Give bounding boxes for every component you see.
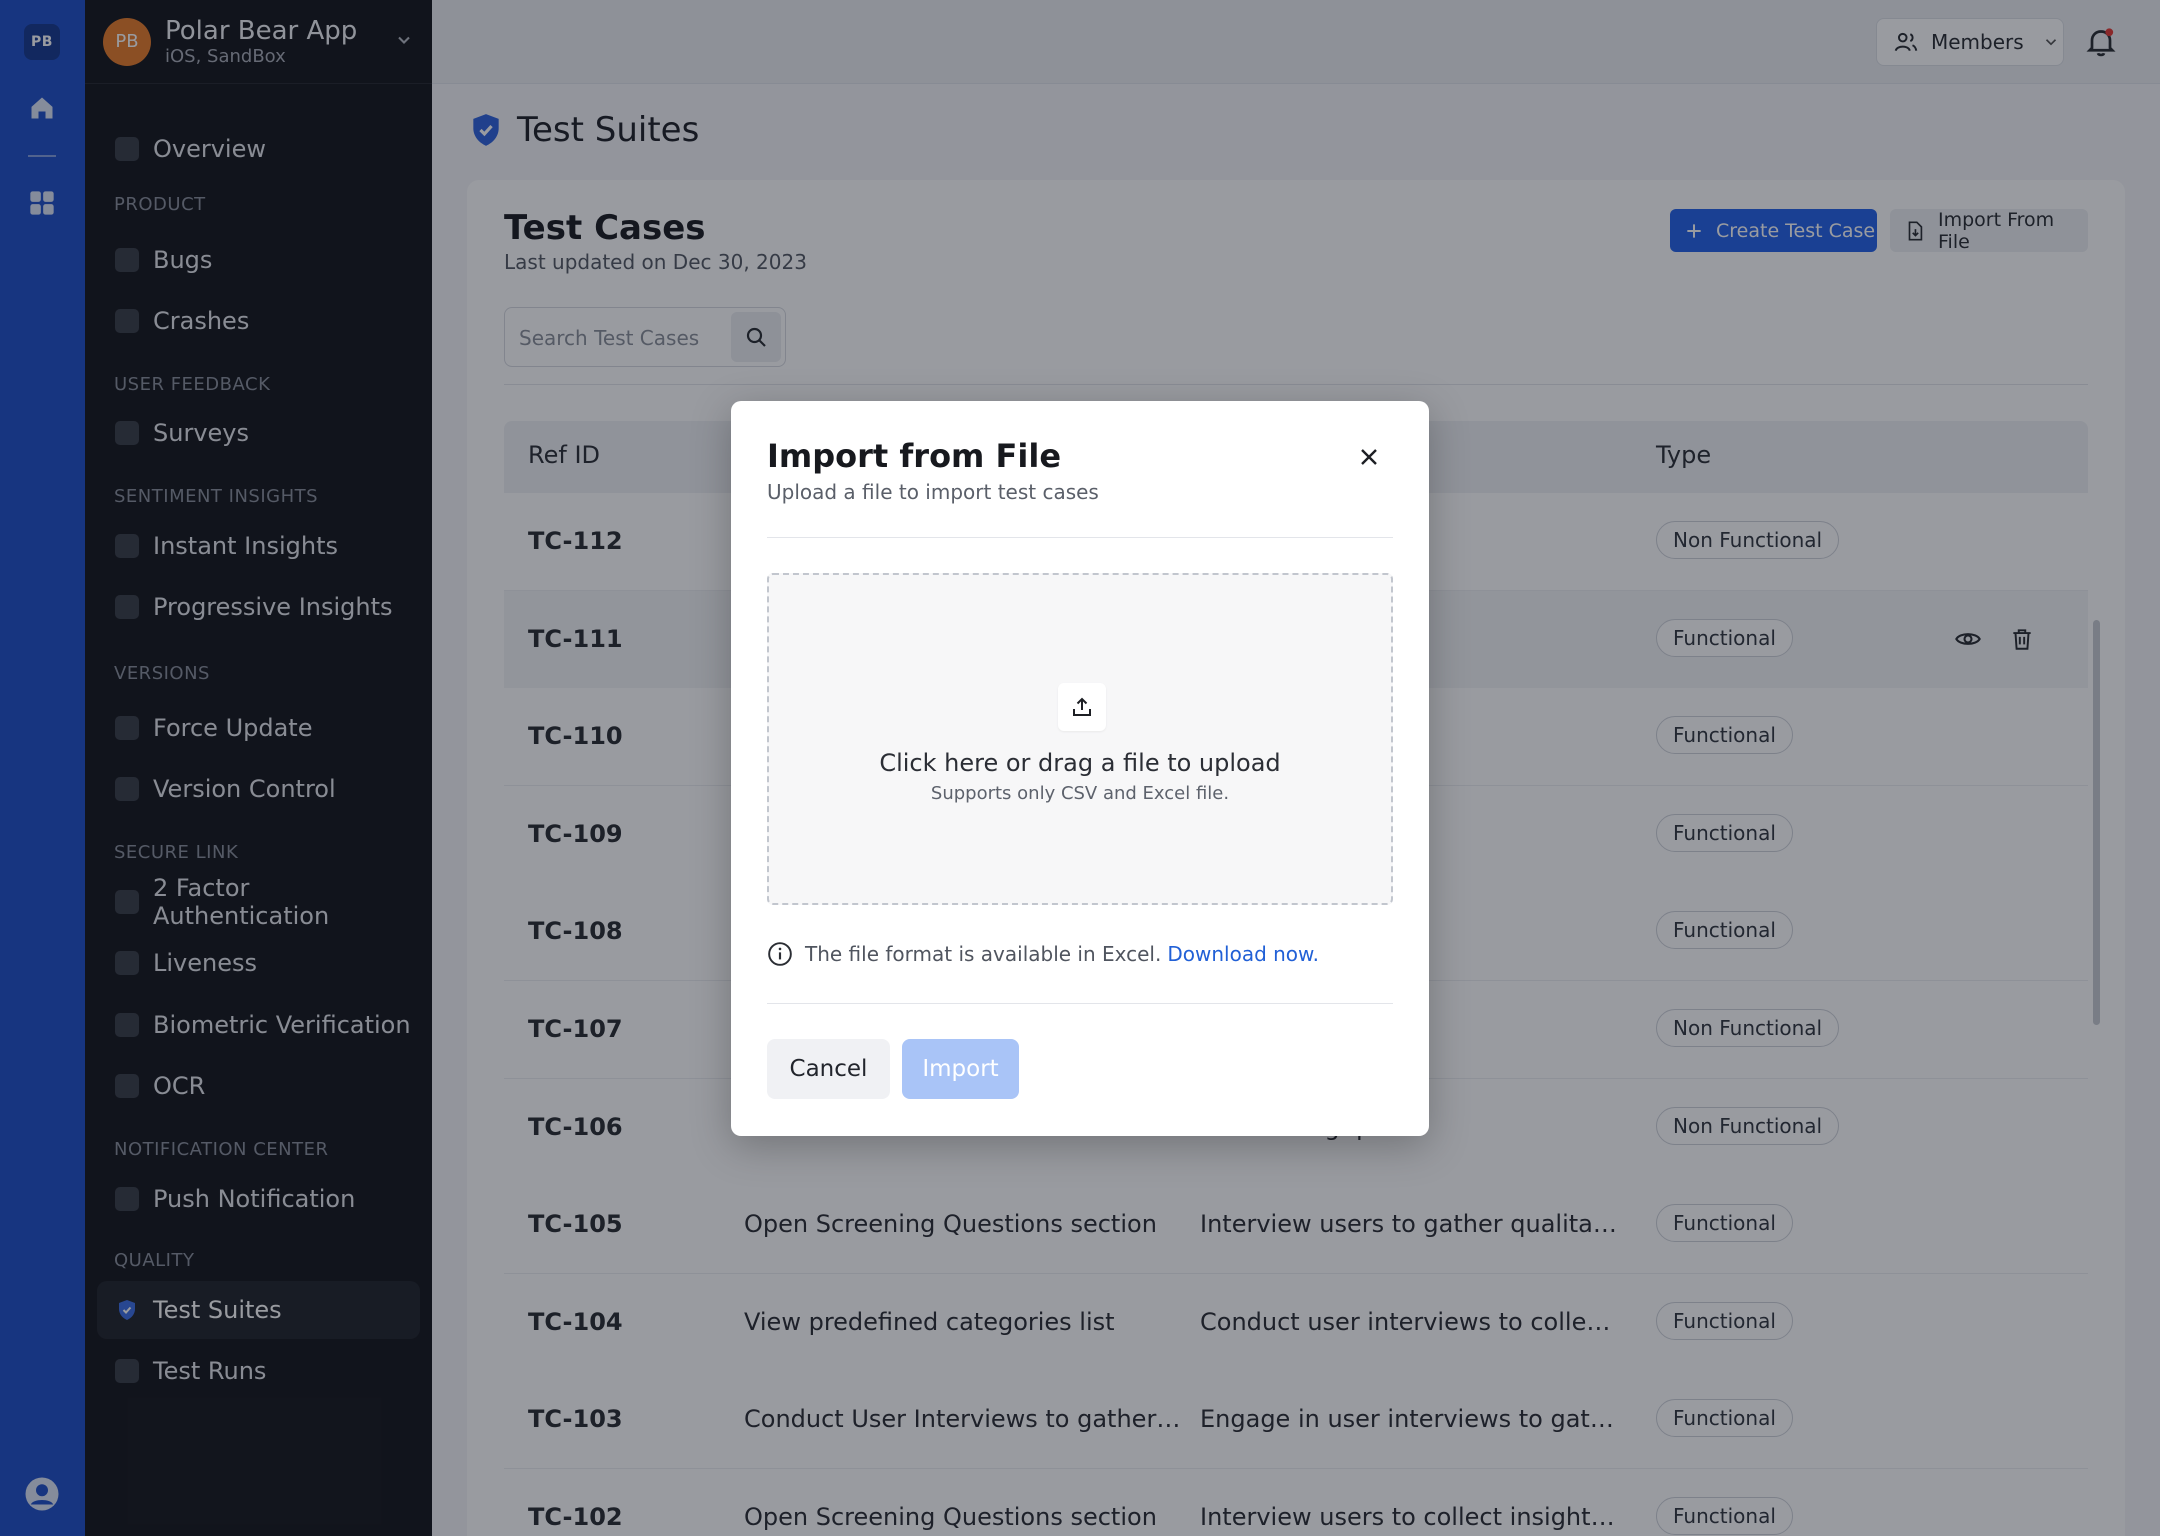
format-info-text: The file format is available in Excel. (805, 942, 1162, 966)
modal-divider (767, 1003, 1393, 1004)
cancel-button[interactable]: Cancel (767, 1039, 890, 1099)
info-icon (767, 941, 793, 967)
import-button[interactable]: Import (902, 1039, 1019, 1099)
file-dropzone[interactable]: Click here or drag a file to upload Supp… (767, 573, 1393, 905)
dropzone-title: Click here or drag a file to upload (879, 749, 1281, 777)
dropzone-hint: Supports only CSV and Excel file. (930, 783, 1230, 804)
import-modal: Import from File Upload a file to import… (731, 401, 1429, 1136)
upload-icon (1058, 683, 1106, 731)
modal-subtitle: Upload a file to import test cases (767, 480, 1099, 504)
close-icon[interactable] (1351, 439, 1387, 475)
download-template-link[interactable]: Download now. (1167, 942, 1319, 966)
modal-title: Import from File (767, 437, 1062, 475)
format-info: The file format is available in Excel. D… (767, 941, 1319, 967)
modal-divider (767, 537, 1393, 538)
